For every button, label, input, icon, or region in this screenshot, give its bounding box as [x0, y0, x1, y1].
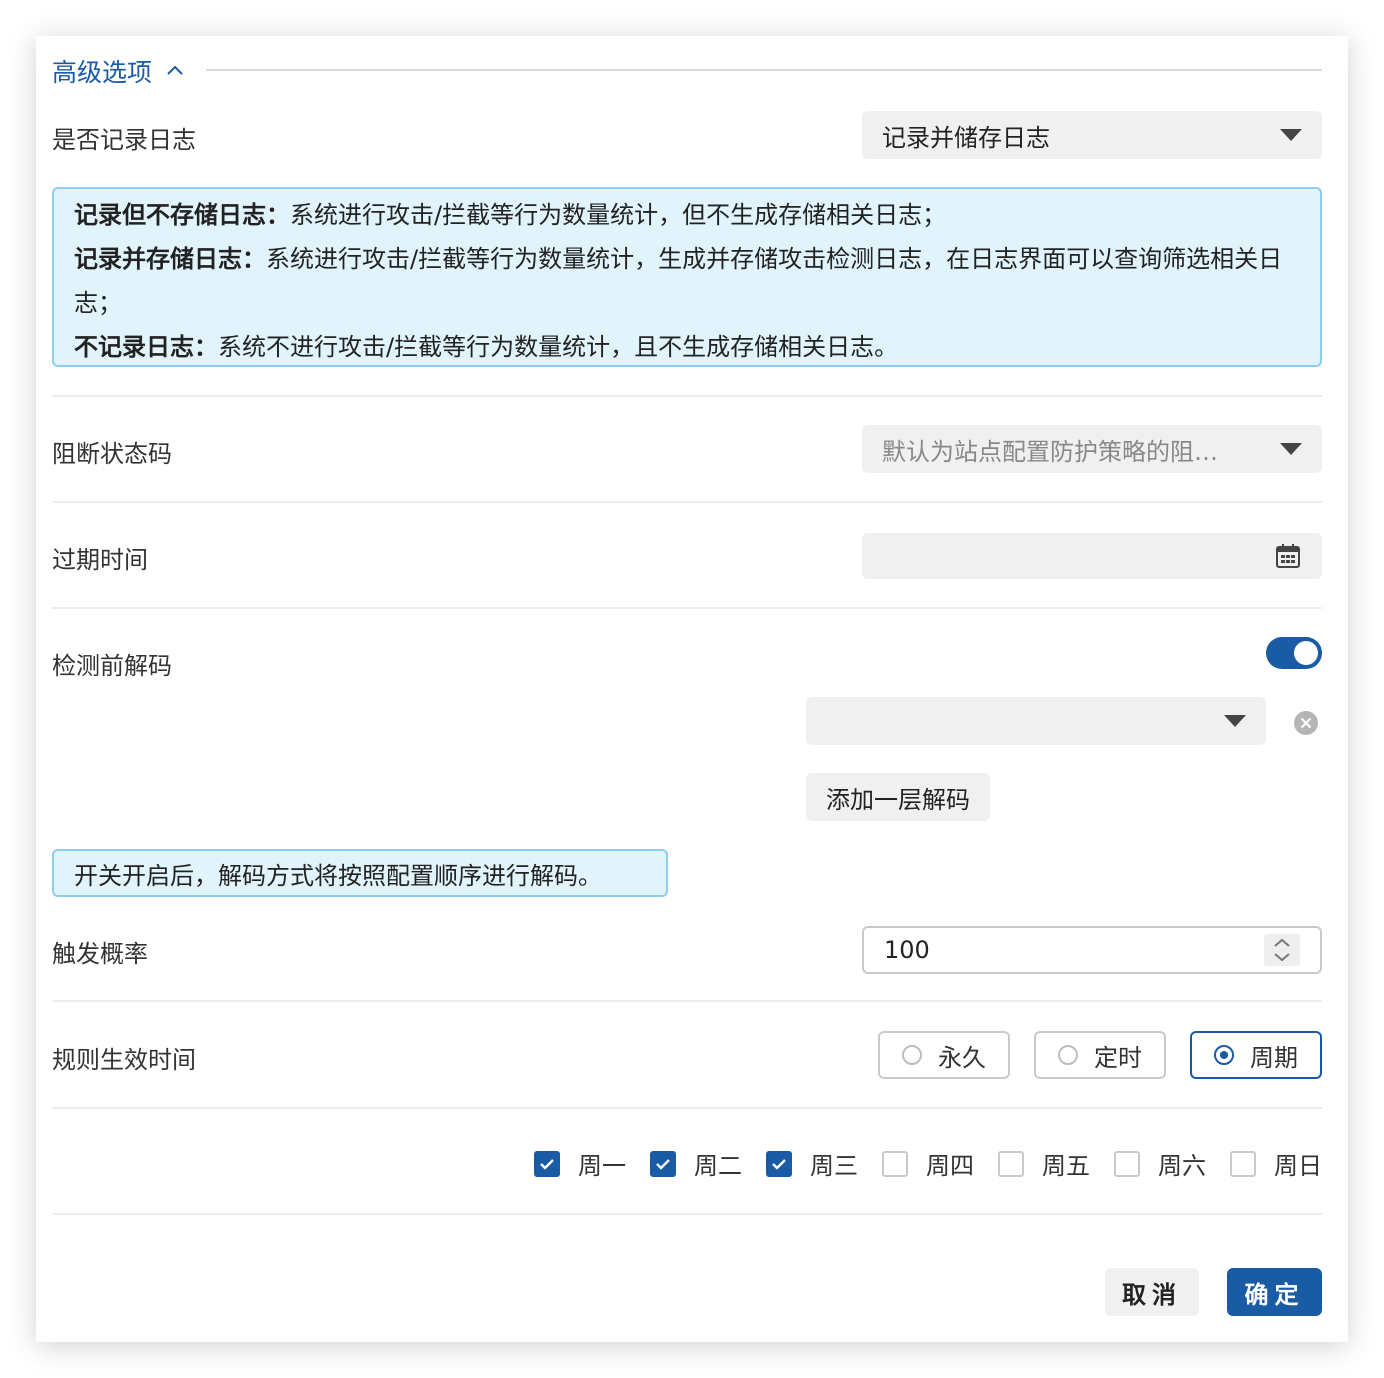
decode-tip-box: 开关开启后，解码方式将按照配置顺序进行解码。	[52, 849, 668, 897]
log-info-desc: 系统进行攻击/拦截等行为数量统计，但不生成存储相关日志；	[290, 201, 947, 229]
radio-periodic[interactable]: 周期	[1190, 1031, 1322, 1079]
checkbox-icon	[1230, 1150, 1256, 1177]
weekday-label: 周三	[810, 1152, 858, 1180]
probability-label: 触发概率	[52, 940, 148, 968]
weekday-label: 周一	[578, 1152, 626, 1180]
checkbox-icon	[1114, 1150, 1140, 1177]
log-info-term: 记录并存储日志：	[74, 245, 266, 273]
check-icon	[772, 1158, 786, 1170]
weekday-label: 周六	[1158, 1152, 1206, 1180]
block-status-label: 阻断状态码	[52, 440, 172, 468]
radio-circle-icon	[902, 1045, 922, 1065]
log-info-desc: 系统不进行攻击/拦截等行为数量统计，且不生成存储相关日志。	[218, 333, 899, 361]
checkbox-icon	[998, 1150, 1024, 1177]
weekday-label: 周五	[1042, 1152, 1090, 1180]
weekday-checkbox-sat[interactable]: 周六	[1114, 1146, 1206, 1181]
log-info-term: 记录但不存储日志：	[74, 201, 290, 229]
chevron-up-icon	[167, 65, 183, 75]
weekday-checkbox-tue[interactable]: 周二	[650, 1146, 742, 1181]
check-icon	[656, 1158, 670, 1170]
weekday-label: 周日	[1274, 1152, 1322, 1180]
row-divider	[52, 501, 1322, 503]
advanced-options-toggle[interactable]: 高级选项	[52, 54, 184, 88]
log-info-term: 不记录日志：	[74, 333, 218, 361]
log-select[interactable]: 记录并储存日志	[862, 111, 1322, 159]
row-divider	[52, 607, 1322, 609]
dropdown-arrow-icon	[1224, 715, 1246, 727]
decode-toggle[interactable]	[1266, 637, 1322, 669]
weekday-label: 周四	[926, 1152, 974, 1180]
checkbox-icon	[882, 1150, 908, 1177]
block-status-select[interactable]: 默认为站点配置防护策略的阻…	[862, 425, 1322, 473]
row-divider	[52, 1107, 1322, 1109]
weekday-checkbox-thu[interactable]: 周四	[882, 1146, 974, 1181]
log-label: 是否记录日志	[52, 126, 196, 154]
log-info-line: 记录并存储日志：系统进行攻击/拦截等行为数量统计，生成并存储攻击检测日志，在日志…	[74, 237, 1300, 325]
row-divider	[52, 1213, 1322, 1215]
log-info-line: 记录但不存储日志：系统进行攻击/拦截等行为数量统计，但不生成存储相关日志；	[74, 193, 1300, 237]
log-info-box: 记录但不存储日志：系统进行攻击/拦截等行为数量统计，但不生成存储相关日志； 记录…	[52, 187, 1322, 367]
effective-time-label: 规则生效时间	[52, 1046, 196, 1074]
radio-circle-icon	[1058, 1045, 1078, 1065]
radio-label: 定时	[1094, 1043, 1142, 1072]
decode-tip-text: 开关开启后，解码方式将按照配置顺序进行解码。	[74, 861, 602, 890]
section-title: 高级选项	[52, 58, 153, 87]
radio-label: 周期	[1250, 1043, 1298, 1072]
block-status-placeholder: 默认为站点配置防护策略的阻…	[882, 437, 1218, 466]
checkbox-icon	[534, 1150, 560, 1177]
confirm-button[interactable]: 确定	[1227, 1268, 1322, 1316]
weekday-checkbox-mon[interactable]: 周一	[534, 1146, 626, 1181]
log-info-line: 不记录日志：系统不进行攻击/拦截等行为数量统计，且不生成存储相关日志。	[74, 325, 1300, 369]
dropdown-arrow-icon	[1280, 129, 1302, 141]
dropdown-arrow-icon	[1280, 443, 1302, 455]
weekday-checkbox-sun[interactable]: 周日	[1230, 1146, 1322, 1181]
weekday-label: 周二	[694, 1152, 742, 1180]
spinner-arrows-icon[interactable]	[1264, 934, 1300, 966]
decode-label: 检测前解码	[52, 652, 172, 680]
row-divider	[52, 395, 1322, 397]
add-decode-layer-button[interactable]: 添加一层解码	[806, 773, 990, 821]
advanced-options-panel: 高级选项 是否记录日志 记录并储存日志 记录但不存储日志：系统进行攻击/拦截等行…	[36, 36, 1348, 1342]
section-divider	[206, 69, 1322, 71]
probability-input[interactable]: 100	[862, 926, 1322, 974]
calendar-icon[interactable]	[1274, 542, 1302, 570]
cancel-button[interactable]: 取消	[1105, 1268, 1199, 1316]
row-divider	[52, 1000, 1322, 1002]
radio-circle-icon	[1214, 1045, 1234, 1065]
clear-circle-icon[interactable]	[1293, 710, 1319, 736]
probability-value: 100	[884, 936, 930, 964]
weekday-checkbox-wed[interactable]: 周三	[766, 1146, 858, 1181]
log-select-value: 记录并储存日志	[882, 123, 1050, 152]
check-icon	[540, 1158, 554, 1170]
expire-label: 过期时间	[52, 546, 148, 574]
toggle-knob	[1294, 641, 1318, 665]
decode-method-select[interactable]	[806, 697, 1266, 745]
radio-permanent[interactable]: 永久	[878, 1031, 1010, 1079]
checkbox-icon	[766, 1150, 792, 1177]
expire-date-input[interactable]	[862, 533, 1322, 579]
radio-scheduled[interactable]: 定时	[1034, 1031, 1166, 1079]
weekday-checkbox-fri[interactable]: 周五	[998, 1146, 1090, 1181]
radio-label: 永久	[938, 1043, 986, 1072]
checkbox-icon	[650, 1150, 676, 1177]
